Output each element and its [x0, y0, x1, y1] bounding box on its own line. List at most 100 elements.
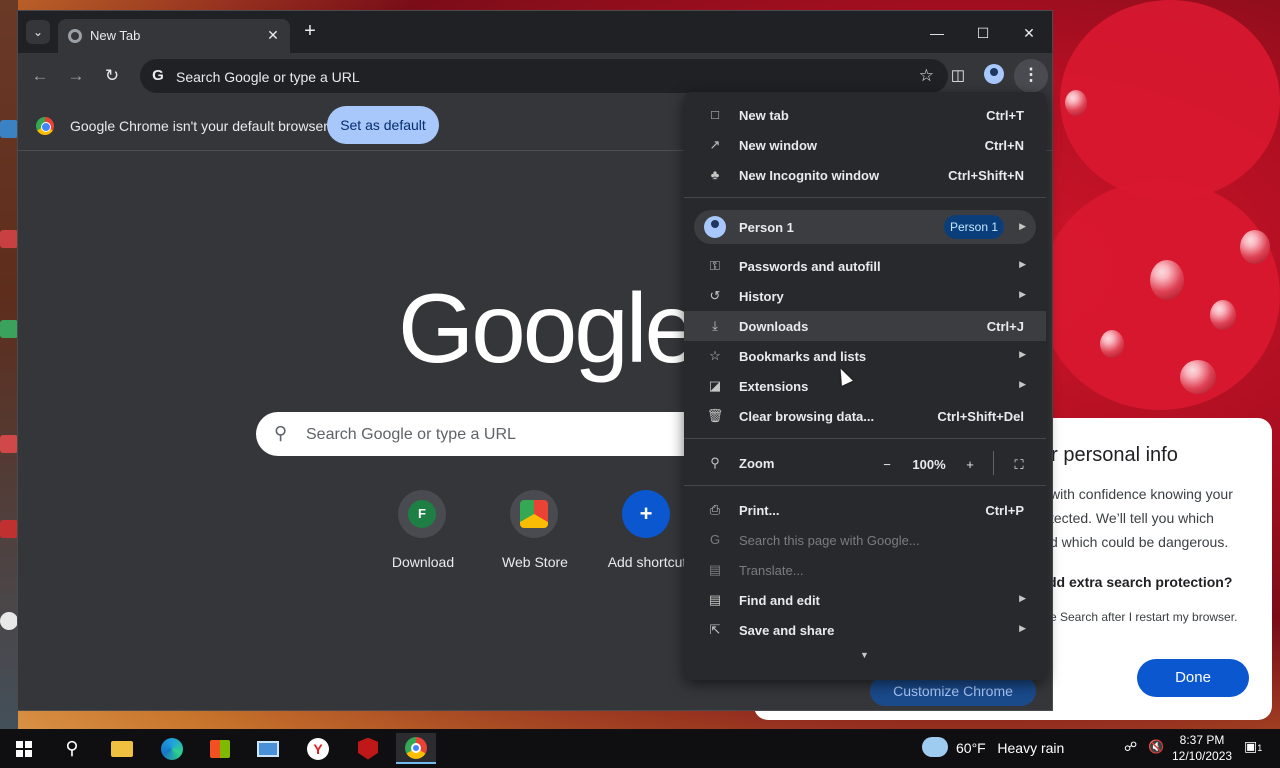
incognito-icon: ♣	[710, 167, 720, 182]
side-panel-icon[interactable]: ◫	[946, 64, 970, 88]
menu-item-extensions[interactable]: ◪ Extensions ▶	[684, 371, 1046, 401]
menu-item-label: Save and share	[739, 623, 835, 638]
menu-separator	[684, 438, 1046, 439]
reload-button[interactable]: ↻	[100, 64, 124, 88]
tab-search-button[interactable]: ⌄	[26, 20, 50, 44]
taskbar: ⚲ Y 60°F Heavy rain ☍ 🔇 8:37 PM 12/10/20…	[0, 729, 1280, 768]
desktop-app-icon[interactable]	[0, 320, 18, 338]
profile-badge: Person 1	[944, 215, 1004, 239]
menu-item-history[interactable]: ↺ History ▶	[684, 281, 1046, 311]
tab-title: New Tab	[90, 28, 141, 43]
mcafee-icon[interactable]	[348, 733, 388, 764]
privacy-dialog-title: ur personal info	[1040, 444, 1178, 466]
search-icon[interactable]: ⚲	[52, 733, 92, 764]
start-button[interactable]	[4, 733, 44, 764]
privacy-dialog-text: tected. We’ll tell you which	[1050, 510, 1214, 526]
plus-icon: +	[304, 20, 316, 42]
shortcut-favicon-icon: F	[408, 500, 436, 528]
store-icon[interactable]	[200, 733, 240, 764]
shortcut-tile[interactable]: F Download	[368, 490, 480, 580]
tab-new-tab[interactable]: New Tab ✕	[58, 19, 290, 53]
key-icon: ⚿	[710, 258, 720, 273]
shortcut-icon-bg	[510, 490, 558, 538]
menu-item-new-window[interactable]: ↗ New window Ctrl+N	[684, 130, 1046, 160]
menu-item-find-and-edit[interactable]: ▤ Find and edit ▶	[684, 585, 1046, 615]
profile-avatar-icon[interactable]	[984, 64, 1004, 84]
window-icon: ↗	[709, 137, 721, 152]
menu-item-label: Extensions	[739, 379, 809, 394]
desktop-app-icon[interactable]	[0, 612, 18, 630]
menu-item-shortcut: Ctrl+Shift+Del	[937, 409, 1024, 424]
desktop-app-icon[interactable]	[0, 520, 18, 538]
menu-item-save-and-share[interactable]: ⇱ Save and share ▶	[684, 615, 1046, 645]
title-bar: ⌄ New Tab ✕ + — ☐ ✕	[18, 11, 1052, 53]
water-drop	[1065, 90, 1087, 116]
address-bar[interactable]: G Search Google or type a URL ☆	[140, 59, 948, 93]
forward-button[interactable]: →	[64, 64, 88, 88]
chrome-favicon-icon	[68, 29, 82, 43]
submenu-arrow-icon: ▶	[1019, 623, 1026, 633]
new-tab-button[interactable]: +	[298, 20, 322, 44]
chrome-menu-button[interactable]: ⋮	[1014, 59, 1048, 93]
menu-item-downloads[interactable]: ⤓ Downloads Ctrl+J	[684, 311, 1046, 341]
infobar-message: Google Chrome isn't your default browser	[70, 118, 328, 134]
scroll-down-arrow-icon[interactable]: ▼	[860, 650, 869, 660]
menu-item-passwords[interactable]: ⚿ Passwords and autofill ▶	[684, 251, 1046, 281]
submenu-arrow-icon: ▶	[1019, 221, 1026, 231]
customize-chrome-button[interactable]: Customize Chrome	[870, 676, 1036, 706]
maximize-button[interactable]: ☐	[960, 19, 1006, 47]
submenu-arrow-icon: ▶	[1019, 349, 1026, 359]
print-icon: ⎙	[709, 502, 721, 517]
desktop-app-icon[interactable]	[0, 435, 18, 453]
address-bar-placeholder: Search Google or type a URL	[176, 69, 360, 85]
privacy-dialog-option: e Search after I restart my browser.	[1050, 610, 1238, 624]
set-as-default-button[interactable]: Set as default	[327, 106, 439, 144]
menu-item-clear-browsing-data[interactable]: 🗑 Clear browsing data... Ctrl+Shift+Del	[684, 401, 1046, 431]
menu-item-print[interactable]: ⎙ Print... Ctrl+P	[684, 495, 1046, 525]
chrome-taskbar-icon[interactable]	[396, 733, 436, 764]
menu-separator	[684, 485, 1046, 486]
submenu-arrow-icon: ▶	[1019, 289, 1026, 299]
shortcut-tile[interactable]: Web Store	[480, 490, 592, 580]
water-drop	[1150, 260, 1184, 300]
edge-icon[interactable]	[152, 733, 192, 764]
star-icon: ☆	[709, 348, 721, 363]
network-icon[interactable]: ☍	[1124, 739, 1137, 755]
desktop-app-icon[interactable]	[0, 120, 18, 138]
menu-item-profile[interactable]: Person 1 Person 1 ▶	[694, 210, 1036, 244]
profile-avatar-icon	[704, 216, 726, 238]
minimize-button[interactable]: —	[914, 19, 960, 47]
volume-muted-icon[interactable]: 🔇	[1148, 739, 1164, 755]
zoom-in-button[interactable]: +	[957, 452, 983, 478]
back-button[interactable]: ←	[28, 64, 52, 88]
menu-item-incognito[interactable]: ♣ New Incognito window Ctrl+Shift+N	[684, 160, 1046, 190]
notification-icon[interactable]: ▣1	[1244, 738, 1264, 758]
download-icon: ⤓	[712, 318, 718, 333]
chrome-menu: □ New tab Ctrl+T ↗ New window Ctrl+N ♣ N…	[684, 92, 1046, 680]
yandex-icon[interactable]: Y	[298, 733, 338, 764]
close-tab-icon[interactable]: ✕	[264, 26, 282, 44]
menu-item-label: Bookmarks and lists	[739, 349, 867, 364]
weather-rain-icon[interactable]	[922, 737, 948, 757]
weather-condition: Heavy rain	[997, 740, 1065, 756]
weather-widget[interactable]: 60°F Heavy rain	[956, 740, 1064, 756]
menu-item-new-tab[interactable]: □ New tab Ctrl+T	[684, 100, 1046, 130]
fullscreen-icon[interactable]: ⛶	[1006, 452, 1032, 478]
menu-item-label: Zoom	[739, 456, 775, 471]
done-button[interactable]: Done	[1137, 659, 1249, 697]
zoom-out-button[interactable]: −	[874, 452, 900, 478]
close-window-button[interactable]: ✕	[1006, 19, 1052, 47]
remote-desktop-icon[interactable]	[248, 733, 288, 764]
desktop-app-icon[interactable]	[0, 230, 18, 248]
system-clock[interactable]: 8:37 PM 12/10/2023	[1172, 732, 1232, 764]
menu-item-bookmarks[interactable]: ☆ Bookmarks and lists ▶	[684, 341, 1046, 371]
bookmark-star-icon[interactable]: ☆	[919, 66, 934, 86]
file-explorer-icon[interactable]	[102, 733, 142, 764]
menu-item-label: Search this page with Google...	[739, 533, 920, 548]
menu-item-shortcut: Ctrl+Shift+N	[948, 168, 1024, 183]
submenu-arrow-icon: ▶	[1019, 259, 1026, 269]
zoom-level: 100%	[912, 457, 946, 472]
share-icon: ⇱	[709, 622, 721, 637]
submenu-arrow-icon: ▶	[1019, 379, 1026, 389]
menu-item-shortcut: Ctrl+J	[986, 319, 1024, 334]
